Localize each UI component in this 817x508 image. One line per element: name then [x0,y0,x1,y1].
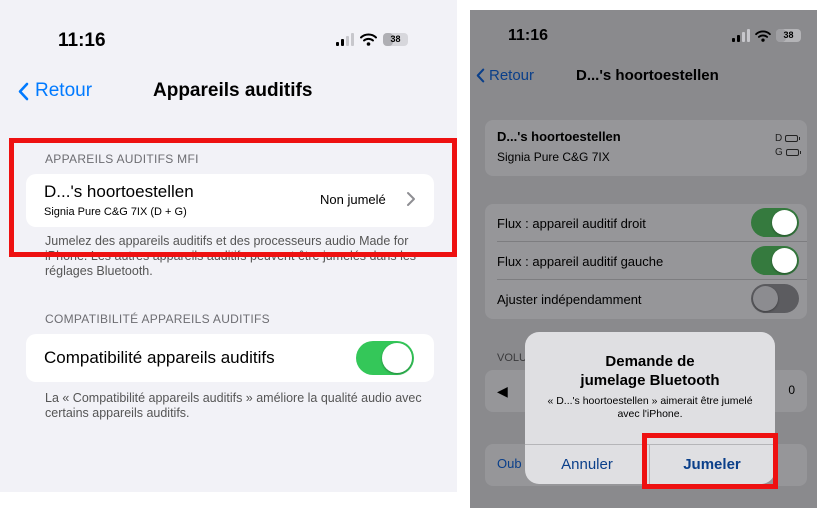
back-button[interactable]: Retour [18,80,92,102]
cellular-signal-icon [732,29,750,42]
chevron-left-icon [476,68,485,83]
left-ear-battery: G [775,147,801,158]
stream-toggles-card: Flux : appareil auditif droit Flux : app… [485,204,807,319]
section-header-compat: COMPATIBILITÉ APPAREILS AUDITIFS [45,312,270,326]
battery-level: 38 [783,30,794,40]
toggle-label: Ajuster indépendamment [497,292,642,307]
status-time: 11:16 [508,27,549,44]
toggle-row-stream-right: Flux : appareil auditif droit [485,204,807,242]
compat-footer-text: La « Compatibilité appareils auditifs » … [45,391,422,420]
chevron-left-icon [18,82,29,100]
device-name: D...'s hoortoestellen [497,129,621,144]
toggle-label: Flux : appareil auditif gauche [497,254,664,269]
alert-title-line2: jumelage Bluetooth [580,372,720,389]
cellular-signal-icon [336,33,354,46]
toggle-row-stream-left: Flux : appareil auditif gauche [485,242,807,280]
highlight-box-device [9,138,457,257]
battery-icon [785,135,801,142]
device-model: Signia Pure C&G 7IX [497,150,610,164]
status-icons: 38 [732,29,801,42]
status-time: 11:16 [58,30,106,51]
back-label: Retour [35,80,93,101]
adjust-independently-toggle[interactable] [751,284,799,313]
highlight-box-pair-button [642,433,778,489]
page-title: Appareils auditifs [153,80,313,101]
battery-level: 38 [390,34,401,44]
battery-icon: 38 [776,29,801,42]
cancel-button[interactable]: Annuler [525,445,649,484]
wifi-icon [360,33,377,46]
toggle-row-adjust-independently: Ajuster indépendamment [485,280,807,318]
device-info-card: D...'s hoortoestellen Signia Pure C&G 7I… [485,120,807,176]
battery-icon [785,149,801,156]
compat-toggle[interactable] [356,341,414,375]
alert-title: Demande de jumelage Bluetooth [525,352,775,390]
speaker-icon: ◀ [497,383,508,399]
wifi-icon [755,30,771,42]
toggle-label: Flux : appareil auditif droit [497,216,646,231]
back-label: Retour [489,67,535,84]
compat-label: Compatibilité appareils auditifs [44,348,275,367]
page-title: D...'s hoortoestellen [576,67,719,84]
stream-right-toggle[interactable] [751,208,799,237]
volume-value: 0 [788,383,795,397]
right-ear-label: D [775,133,783,144]
compat-row: Compatibilité appareils auditifs [26,334,434,382]
volume-section-header: VOLU [497,352,527,364]
alert-message: « D...'s hoortoestellen » aimerait être … [547,395,753,420]
alert-title-line1: Demande de [605,353,695,370]
forget-device-label: Oub [497,456,522,471]
left-ear-label: G [775,147,783,158]
stream-left-toggle[interactable] [751,246,799,275]
back-button[interactable]: Retour [476,67,534,84]
battery-icon: 38 [383,33,408,46]
status-icons: 38 [336,33,408,46]
right-ear-battery: D [775,133,801,144]
